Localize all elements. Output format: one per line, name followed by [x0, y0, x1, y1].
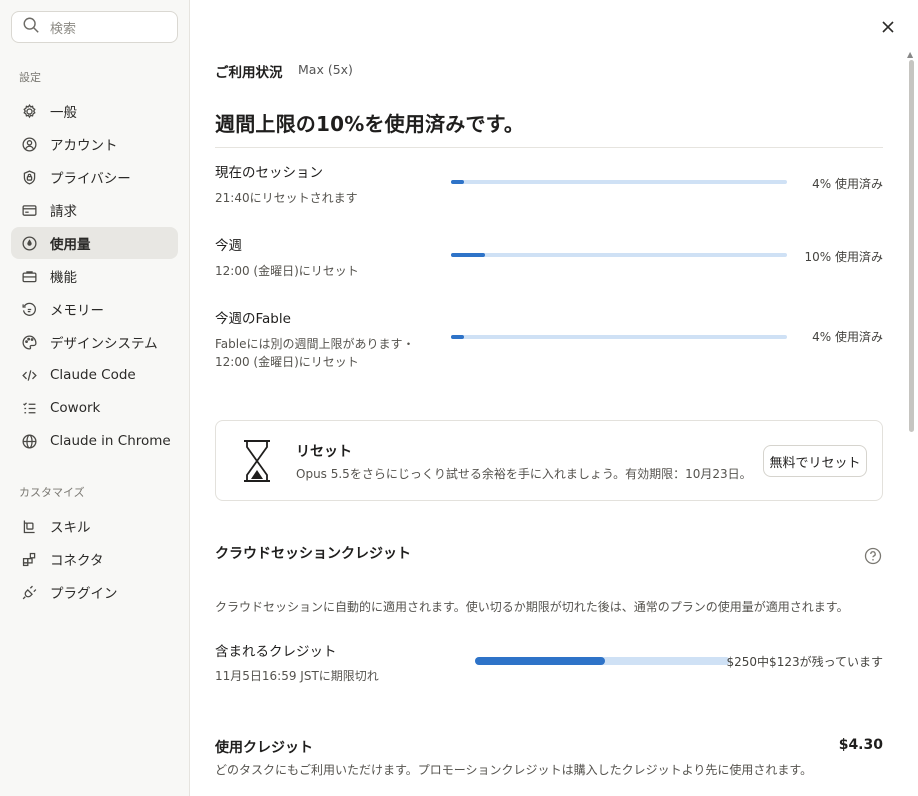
scroll-up-arrow[interactable]: ▲	[907, 50, 913, 59]
user-circle-icon	[21, 136, 38, 153]
cloud-credits-desc: クラウドセッションに自動的に適用されます。使い切るか期限が切れた後は、通常のプラ…	[215, 600, 849, 614]
sidebar-item-memory[interactable]: メモリー	[11, 293, 178, 325]
sidebar-item-connectors[interactable]: コネクタ	[11, 543, 178, 575]
page-title: 週間上限の10%を使用済みです。	[215, 112, 525, 136]
gauge-icon	[21, 235, 38, 252]
usage-label: 現在のセッション	[215, 165, 323, 181]
gear-icon	[21, 103, 38, 120]
plug-icon	[21, 584, 38, 601]
reset-card: リセット Opus 5.5をさらにじっくり試せる余裕を手に入れましょう。有効期限…	[215, 420, 883, 501]
usage-progress-fill	[451, 253, 485, 257]
usage-row-fable: 今週のFable Fableには別の週間上限があります・ 12:00 (金曜日)…	[215, 307, 883, 371]
free-reset-button[interactable]: 無料でリセット	[763, 445, 867, 477]
palette-icon	[21, 334, 38, 351]
sidebar-item-label: スキル	[50, 520, 91, 536]
usage-row-week: 今週 12:00 (金曜日)にリセット 10% 使用済み	[215, 234, 883, 280]
credits-progress-bar	[475, 657, 730, 665]
sidebar-item-features[interactable]: 機能	[11, 260, 178, 292]
connector-icon	[21, 551, 38, 568]
usage-progress-fill	[451, 180, 465, 184]
used-credits-amount: $4.30	[838, 737, 883, 753]
plan-badge: Max (5x)	[298, 62, 353, 77]
sidebar-item-account[interactable]: アカウント	[11, 128, 178, 160]
usage-sub-line: 12:00 (金曜日)にリセット	[215, 355, 359, 369]
sidebar-item-label: 一般	[50, 105, 77, 121]
usage-sub: 21:40にリセットされます	[215, 191, 358, 205]
divider	[215, 147, 883, 148]
cloud-credits-title: クラウドセッションクレジット	[215, 546, 411, 562]
sidebar-item-label: 機能	[50, 270, 77, 286]
sidebar-item-claude-in-chrome[interactable]: Claude in Chrome	[11, 425, 178, 457]
sidebar-item-label: 請求	[50, 204, 77, 220]
sidebar-item-privacy[interactable]: プライバシー	[11, 161, 178, 193]
briefcase-icon	[21, 268, 38, 285]
sidebar-item-billing[interactable]: 請求	[11, 194, 178, 226]
customize-section-label: カスタマイズ	[19, 486, 85, 499]
sidebar-item-label: 使用量	[50, 237, 91, 253]
usage-progress-bar	[451, 253, 787, 257]
memory-icon	[21, 301, 38, 318]
usage-progress-bar	[451, 335, 787, 339]
search-input[interactable]: 検索	[11, 11, 178, 43]
scrollbar-thumb[interactable]	[909, 60, 914, 432]
credits-remaining: $250中$123が残っています	[726, 655, 883, 669]
sidebar-item-label: Claude Code	[50, 367, 136, 383]
sidebar-item-label: Claude in Chrome	[50, 433, 171, 449]
usage-status: 4% 使用済み	[812, 177, 883, 191]
sidebar-item-label: Cowork	[50, 400, 101, 416]
search-icon	[22, 16, 40, 38]
code-icon	[21, 367, 38, 384]
usage-label: 今週	[215, 238, 242, 254]
reset-card-title: リセット	[296, 444, 352, 460]
reset-card-desc: Opus 5.5をさらにじっくり試せる余裕を手に入れましょう。有効期限：10月2…	[296, 467, 752, 481]
search-placeholder: 検索	[50, 21, 77, 37]
sidebar-item-label: コネクタ	[50, 553, 104, 569]
sidebar-item-cowork[interactable]: Cowork	[11, 392, 178, 424]
used-credits-title: 使用クレジット	[215, 740, 313, 756]
usage-sub: Fableには別の週間上限があります・ 12:00 (金曜日)にリセット	[215, 335, 883, 371]
sidebar-item-label: プラグイン	[50, 586, 118, 602]
usage-row-session: 現在のセッション 21:40にリセットされます 4% 使用済み	[215, 161, 883, 207]
usage-label: 今週のFable	[215, 311, 291, 327]
settings-section-label: 設定	[19, 71, 41, 84]
plan-title: ご利用状況	[215, 65, 283, 81]
sidebar-item-label: アカウント	[50, 138, 118, 154]
sidebar-item-label: デザインシステム	[50, 336, 158, 352]
included-credits-expiry: 11月5日16:59 JSTに期限切れ	[215, 669, 379, 683]
hourglass-icon	[244, 440, 270, 482]
sidebar-item-claude-code[interactable]: Claude Code	[11, 359, 178, 391]
sidebar-item-plugins[interactable]: プラグイン	[11, 576, 178, 608]
credits-progress-fill	[475, 657, 605, 665]
usage-sub: 12:00 (金曜日)にリセット	[215, 264, 359, 278]
checklist-icon	[21, 400, 38, 417]
usage-status: 4% 使用済み	[812, 330, 883, 344]
close-button[interactable]	[878, 17, 898, 37]
skill-icon	[21, 518, 38, 535]
sidebar-item-usage[interactable]: 使用量	[11, 227, 178, 259]
sidebar: 検索 設定 一般 アカウント プライバシー 請求 使用量 機能 メモリー デザイ…	[0, 0, 190, 796]
sidebar-item-label: メモリー	[50, 303, 104, 319]
globe-icon	[21, 433, 38, 450]
sidebar-item-design-system[interactable]: デザインシステム	[11, 326, 178, 358]
usage-progress-bar	[451, 180, 787, 184]
shield-lock-icon	[21, 169, 38, 186]
sidebar-item-label: プライバシー	[50, 171, 131, 187]
included-credits-label: 含まれるクレジット	[215, 644, 337, 660]
close-icon	[882, 21, 894, 33]
usage-status: 10% 使用済み	[804, 250, 884, 264]
help-icon[interactable]	[864, 547, 882, 565]
credit-card-icon	[21, 202, 38, 219]
sidebar-item-general[interactable]: 一般	[11, 95, 178, 127]
sidebar-item-skills[interactable]: スキル	[11, 510, 178, 542]
usage-progress-fill	[451, 335, 465, 339]
used-credits-desc: どのタスクにもご利用いただけます。プロモーションクレジットは購入したクレジットよ…	[215, 763, 813, 777]
